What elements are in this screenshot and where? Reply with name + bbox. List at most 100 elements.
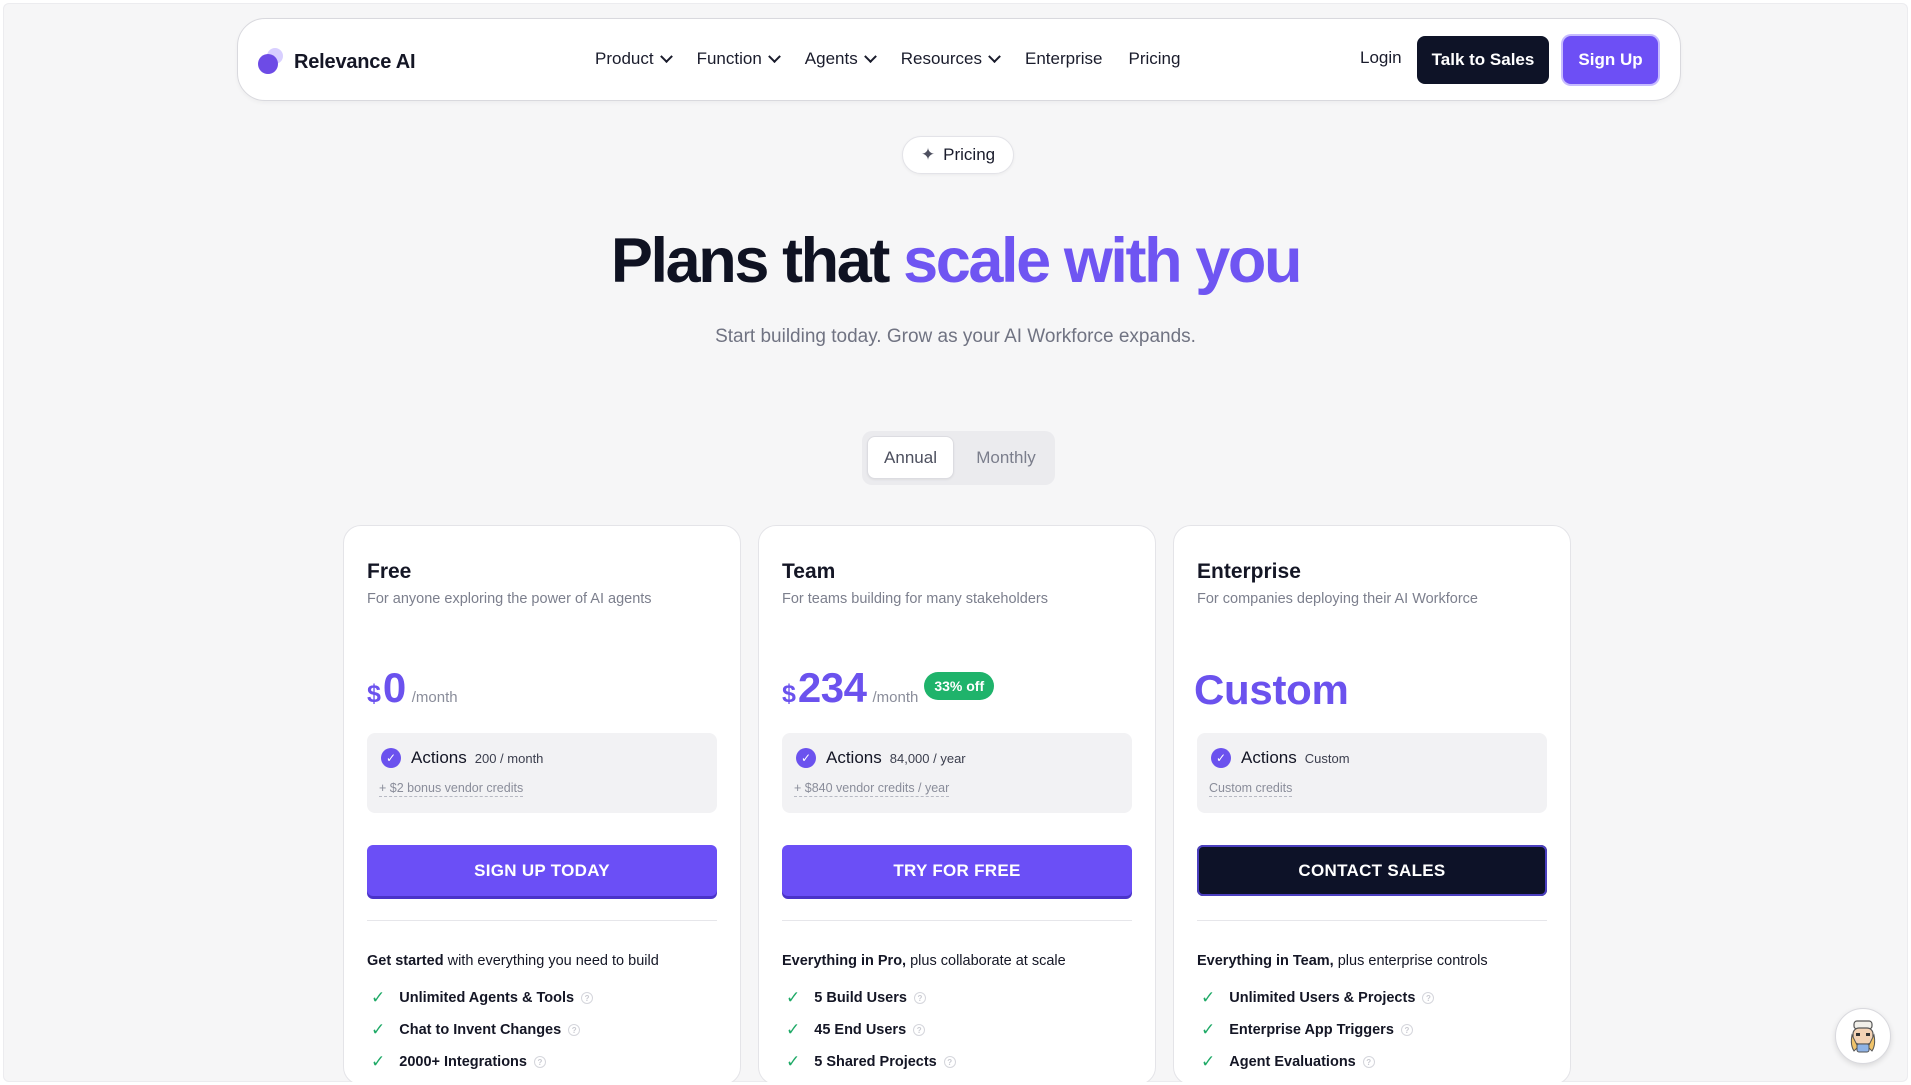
check-icon: ✓ <box>1201 1052 1216 1071</box>
check-icon: ✓ <box>786 1052 801 1071</box>
menu-item-label: Resources <box>900 49 982 68</box>
menu-item-function[interactable]: Function <box>697 49 781 69</box>
check-badge-icon: ✓ <box>381 748 401 768</box>
vendor-credits[interactable]: + $2 bonus vendor credits <box>379 781 524 797</box>
sign-up-button[interactable]: Sign Up <box>1563 36 1658 84</box>
brand-logo[interactable]: Relevance AI <box>258 48 416 76</box>
vendor-credits[interactable]: + $840 vendor credits / year <box>794 781 950 797</box>
feature-item: ✓ Unlimited Users & Projects? <box>1197 982 1547 1014</box>
relevance-logo-icon <box>258 48 286 76</box>
check-icon: ✓ <box>786 988 801 1007</box>
features-heading: Everything in Team, plus enterprise cont… <box>1197 953 1488 969</box>
sparkle-icon: ✦ <box>920 145 936 164</box>
menu-item-product[interactable]: Product <box>595 49 673 69</box>
chat-avatar-icon <box>1850 1020 1876 1053</box>
chevron-down-icon <box>863 49 877 63</box>
price-custom: Custom <box>1194 666 1349 713</box>
menu-item-label: Pricing <box>1128 49 1181 68</box>
feature-list: ✓ Unlimited Agents & Tools? ✓ Chat to Inve… <box>367 982 717 1078</box>
menu-item-resources[interactable]: Resources <box>900 49 1001 69</box>
feature-label: Unlimited Agents & Tools <box>399 990 575 1006</box>
check-icon: ✓ <box>1201 1020 1216 1039</box>
feature-label: Unlimited Users & Projects <box>1229 990 1416 1006</box>
chat-avatar-button[interactable] <box>1835 1008 1891 1064</box>
feature-item: ✓ Unlimited Agents & Tools? <box>367 982 717 1014</box>
info-icon[interactable]: ? <box>913 992 926 1004</box>
price-amount: 234 <box>797 664 867 711</box>
features-heading-rest: plus enterprise controls <box>1333 953 1488 969</box>
feature-item: ✓ 5 Build Users? <box>782 982 1132 1014</box>
talk-to-sales-button[interactable]: Talk to Sales <box>1417 36 1549 84</box>
discount-badge: 33% off <box>924 672 995 700</box>
info-icon[interactable]: ? <box>913 1024 926 1036</box>
billing-option-annual[interactable]: Annual <box>867 436 954 479</box>
feature-label: Enterprise App Triggers <box>1229 1022 1394 1038</box>
chevron-down-icon <box>767 49 781 63</box>
plan-name: Free <box>367 560 412 583</box>
feature-label: 45 End Users <box>814 1022 907 1038</box>
actions-quantity: 84,000 / year <box>889 750 966 766</box>
feature-item: ✓ 2000+ Integrations? <box>367 1046 717 1078</box>
check-icon: ✓ <box>371 1020 386 1039</box>
chevron-down-icon <box>988 49 1001 63</box>
features-heading: Everything in Pro, plus collaborate at s… <box>782 953 1066 969</box>
actions-label: Actions <box>1241 748 1297 767</box>
actions-label: Actions <box>826 748 882 767</box>
price-amount: 0 <box>382 664 406 711</box>
feature-item: ✓ Agent Evaluations? <box>1197 1046 1547 1078</box>
plan-price: $ 0 /month <box>367 664 458 712</box>
billing-toggle: Annual Monthly <box>862 431 1055 485</box>
check-icon: ✓ <box>371 988 386 1007</box>
features-heading: Get started with everything you need to … <box>367 953 659 969</box>
top-navbar: Relevance AI Product Function Agents Res… <box>237 18 1681 101</box>
features-heading-rest: with everything you need to build <box>443 953 659 969</box>
actions-box: ✓ Actions Custom Custom credits <box>1197 733 1547 813</box>
billing-option-monthly[interactable]: Monthly <box>962 436 1050 479</box>
divider <box>1197 920 1547 921</box>
feature-item: ✓ Chat to Invent Changes? <box>367 1014 717 1046</box>
menu-item-enterprise[interactable]: Enterprise <box>1025 49 1102 69</box>
feature-list: ✓ Unlimited Users & Projects? ✓ Enterprise… <box>1197 982 1547 1078</box>
brand-name: Relevance AI <box>294 50 416 73</box>
actions-box: ✓ Actions 84,000 / year + $840 vendor cr… <box>782 733 1132 813</box>
page-frame: Relevance AI Product Function Agents Res… <box>3 3 1908 1082</box>
info-icon[interactable]: ? <box>943 1056 956 1068</box>
check-icon: ✓ <box>786 1020 801 1039</box>
main-menu: Product Function Agents Resources Enterp… <box>595 19 1206 99</box>
menu-item-agents[interactable]: Agents <box>805 49 877 69</box>
features-heading-bold: Everything in Pro, <box>782 953 907 969</box>
menu-item-pricing[interactable]: Pricing <box>1128 49 1180 69</box>
info-icon[interactable]: ? <box>581 992 594 1004</box>
chevron-down-icon <box>659 49 673 63</box>
info-icon[interactable]: ? <box>568 1024 581 1036</box>
title-main: Plans that <box>610 226 904 296</box>
price-currency: $ <box>782 680 796 708</box>
info-icon[interactable]: ? <box>533 1056 546 1068</box>
info-icon[interactable]: ? <box>1400 1024 1413 1036</box>
divider <box>782 920 1132 921</box>
login-link[interactable]: Login <box>1360 48 1402 68</box>
try-for-free-button[interactable]: TRY FOR FREE <box>782 845 1132 896</box>
vendor-credits[interactable]: Custom credits <box>1209 781 1293 797</box>
divider <box>367 920 717 921</box>
price-period: /month <box>872 689 919 706</box>
price-period: /month <box>411 689 458 706</box>
info-icon[interactable]: ? <box>1422 992 1435 1004</box>
plan-description: For teams building for many stakeholders <box>782 591 1048 607</box>
info-icon[interactable]: ? <box>1362 1056 1375 1068</box>
features-heading-bold: Get started <box>367 953 444 969</box>
sign-up-today-button[interactable]: SIGN UP TODAY <box>367 845 717 896</box>
plan-name: Team <box>782 560 836 583</box>
pricing-pill: ✦ Pricing <box>902 136 1014 174</box>
contact-sales-button[interactable]: CONTACT SALES <box>1197 845 1547 896</box>
menu-item-label: Product <box>595 49 654 68</box>
actions-quantity: 200 / month <box>474 750 544 766</box>
plan-description: For anyone exploring the power of AI age… <box>367 591 652 607</box>
feature-label: 5 Shared Projects <box>814 1054 937 1070</box>
feature-label: 5 Build Users <box>814 990 907 1006</box>
check-icon: ✓ <box>371 1052 386 1071</box>
actions-label: Actions <box>411 748 467 767</box>
page-subtitle: Start building today. Grow as your AI Wo… <box>715 326 1196 347</box>
features-heading-bold: Everything in Team, <box>1197 953 1334 969</box>
check-icon: ✓ <box>1201 988 1216 1007</box>
